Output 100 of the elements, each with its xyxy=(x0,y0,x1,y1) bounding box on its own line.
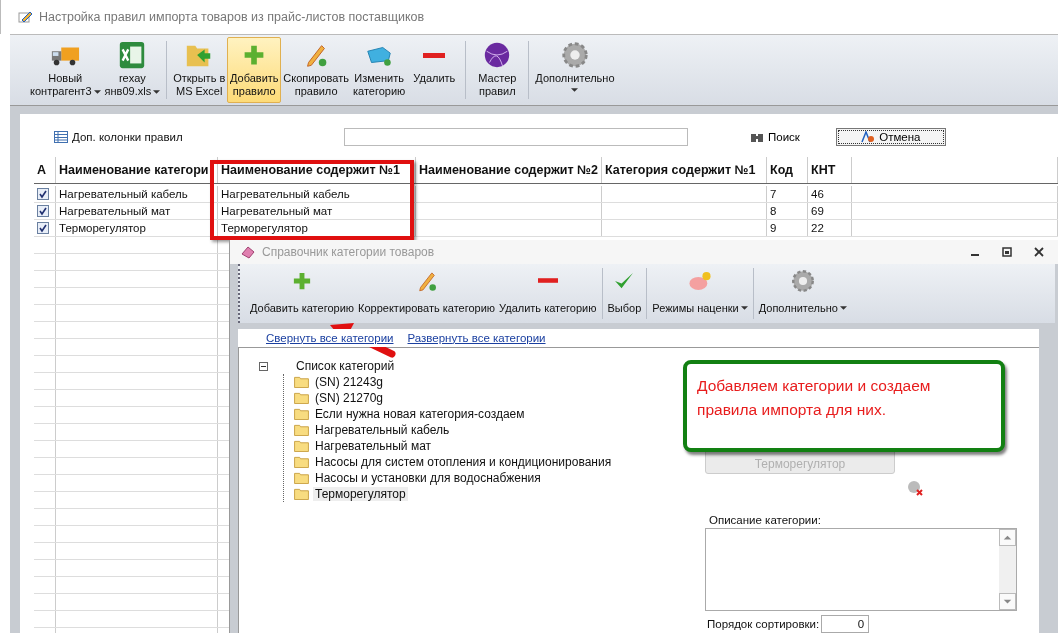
description-field[interactable] xyxy=(705,528,1017,611)
tree-item[interactable]: Терморегулятор xyxy=(313,487,408,501)
tree-item[interactable]: Если нужна новая категория-создаем xyxy=(313,407,527,421)
toolbar-button[interactable]: Скопировать правило xyxy=(281,37,351,103)
checkbox[interactable] xyxy=(37,222,49,234)
button-label: правило xyxy=(294,85,338,98)
tree-item[interactable]: Нагревательный кабель xyxy=(313,423,452,437)
search-button[interactable]: Поиск xyxy=(750,131,800,143)
toolbar-button[interactable]: rexay янв09.xls xyxy=(102,37,163,103)
column-header[interactable]: Категория содержит №1 xyxy=(602,157,767,183)
tree-item[interactable]: (SN) 21270g xyxy=(313,391,386,405)
folder-icon xyxy=(294,424,309,436)
toolbar-button[interactable]: Дополнительно xyxy=(533,37,617,103)
column-header[interactable]: A xyxy=(34,157,56,183)
folder-icon xyxy=(294,472,309,484)
caret-icon xyxy=(839,305,847,310)
table-cell: 8 xyxy=(770,205,777,217)
gear-icon xyxy=(789,267,816,294)
toolbar-button[interactable]: Добавить правило xyxy=(227,37,282,103)
column-header[interactable]: Наименование содержит №2 xyxy=(416,157,602,183)
button-label: Удалить xyxy=(413,72,456,85)
column-header[interactable]: Наименование категори xyxy=(56,157,218,183)
button-label: Открыть в xyxy=(173,72,226,85)
close-icon[interactable] xyxy=(1033,245,1045,258)
extra-columns-link[interactable]: Доп. колонки правил xyxy=(72,131,342,143)
image-caption: Терморегулятор xyxy=(754,457,846,471)
remove-image-icon[interactable] xyxy=(907,480,923,496)
scroll-down-button[interactable] xyxy=(999,593,1016,610)
button-label: Дополнительно xyxy=(535,72,615,85)
description-label: Описание категории: xyxy=(708,514,822,526)
tree-item[interactable]: Список категорий xyxy=(294,359,397,373)
caret-icon xyxy=(153,89,161,94)
table-cell: Терморегулятор xyxy=(221,222,308,234)
button-label: правил xyxy=(479,85,516,98)
button-label: Скопировать xyxy=(283,72,349,85)
tree-item[interactable]: Насосы и установки для водоснабжения xyxy=(313,471,543,485)
folder-icon xyxy=(294,408,309,420)
button-label: Дополнительно xyxy=(758,301,838,314)
caret-icon xyxy=(93,89,101,94)
column-header[interactable]: Наименование содержит №1 xyxy=(218,157,416,183)
window-title: Настройка правил импорта товаров из прайс-листов поставщиков xyxy=(39,10,425,24)
dialog-title: Справочник категории товаров xyxy=(262,244,436,259)
column-header[interactable]: КНТ xyxy=(808,157,852,183)
button-label: правило xyxy=(232,85,276,98)
link[interactable]: Развернуть все категории xyxy=(407,331,546,344)
toolbar-button[interactable]: Добавить категорию xyxy=(248,263,357,323)
search-field[interactable] xyxy=(344,128,688,146)
tree-item[interactable]: (SN) 21243g xyxy=(313,375,386,389)
button-label: Мастер xyxy=(478,72,517,85)
table-cell: Терморегулятор xyxy=(59,222,146,234)
toolbar-button[interactable]: Удалить категорию xyxy=(497,263,599,323)
button-label: Удалить категорию xyxy=(499,301,597,314)
column-header[interactable]: Код xyxy=(767,157,808,183)
clear-filter-icon xyxy=(861,131,876,143)
checkbox[interactable] xyxy=(37,205,49,217)
table-cell: 69 xyxy=(811,205,824,217)
checkbox[interactable] xyxy=(37,188,49,200)
button-label: Корректировать категорию xyxy=(358,301,496,314)
restore-icon[interactable] xyxy=(1001,245,1013,258)
folder-icon xyxy=(294,376,309,388)
tree-item[interactable]: Насосы для систем отопления и кондиционирования xyxy=(313,455,614,469)
table-cell: 22 xyxy=(811,222,824,234)
minus-icon xyxy=(423,53,446,58)
scroll-up-button[interactable] xyxy=(999,529,1016,546)
gear-icon xyxy=(559,40,590,70)
toolbar-button[interactable]: Корректировать категорию xyxy=(356,263,498,323)
tree-item[interactable]: Нагревательный мат xyxy=(313,439,434,453)
sort-field[interactable]: 0 xyxy=(821,615,870,633)
link[interactable]: Свернуть все категории xyxy=(266,331,394,344)
toolbar-button[interactable]: Открыть в MS Excel xyxy=(171,37,228,103)
table-cell: Нагревательный мат xyxy=(59,205,171,217)
collapse-toggle[interactable] xyxy=(259,361,268,371)
table-cell: 7 xyxy=(770,188,777,200)
button-label: MS Excel xyxy=(175,85,223,98)
folder-icon xyxy=(294,488,309,500)
toolbar-button[interactable]: Новый контрагент3 xyxy=(28,37,103,103)
pencil-icon xyxy=(17,9,33,25)
minus-icon xyxy=(537,277,558,283)
caret-icon xyxy=(571,88,579,92)
toolbar-button[interactable]: Мастер правил xyxy=(470,37,525,103)
folder-icon xyxy=(294,392,309,404)
folder-icon xyxy=(294,456,309,468)
toolbar-button[interactable]: Выбор xyxy=(605,263,644,323)
toolbar-button[interactable]: Изменить категорию xyxy=(350,37,408,103)
toolbar-button[interactable]: Дополнительно xyxy=(756,263,849,323)
button-label: rexay xyxy=(118,72,146,85)
toolbar-button[interactable]: Режимы наценки xyxy=(650,263,750,323)
caret-icon xyxy=(740,305,748,310)
table-cell: 46 xyxy=(811,188,824,200)
button-label: янв09.xls xyxy=(104,85,152,98)
table-cell: 9 xyxy=(770,222,777,234)
button-label: Выбор xyxy=(607,301,642,314)
toolbar-button[interactable]: Удалить xyxy=(407,37,462,103)
table-cell: Нагревательный кабель xyxy=(221,188,350,200)
button-label: Новый xyxy=(48,72,83,85)
table-cell: Нагревательный мат xyxy=(221,205,333,217)
button-label: Изменить xyxy=(354,72,404,85)
button-label: контрагент3 xyxy=(30,85,92,98)
button-label: категорию xyxy=(352,85,406,98)
cancel-button[interactable]: Отмена xyxy=(835,128,946,146)
